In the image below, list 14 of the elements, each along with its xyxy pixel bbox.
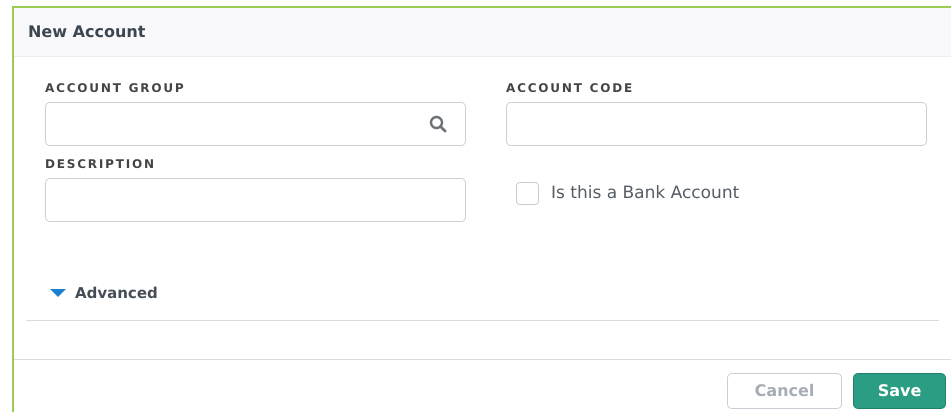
field-label: ACCOUNT GROUP xyxy=(45,80,186,97)
field-label: ACCOUNT CODE xyxy=(506,80,634,97)
cancel-button[interactable]: Cancel xyxy=(727,373,842,409)
checkbox-label: Is this a Bank Account xyxy=(551,182,740,205)
advanced-toggle[interactable]: Advanced xyxy=(49,282,158,304)
save-button[interactable]: Save xyxy=(853,373,946,409)
caret-down-icon xyxy=(49,288,67,298)
input-field[interactable] xyxy=(45,178,466,222)
input-field[interactable] xyxy=(506,102,927,146)
field-label: DESCRIPTION xyxy=(45,156,156,173)
search-field[interactable] xyxy=(45,102,466,146)
dialog-title: New Account xyxy=(28,21,146,43)
checkbox[interactable] xyxy=(516,182,539,205)
search-icon xyxy=(429,115,447,133)
